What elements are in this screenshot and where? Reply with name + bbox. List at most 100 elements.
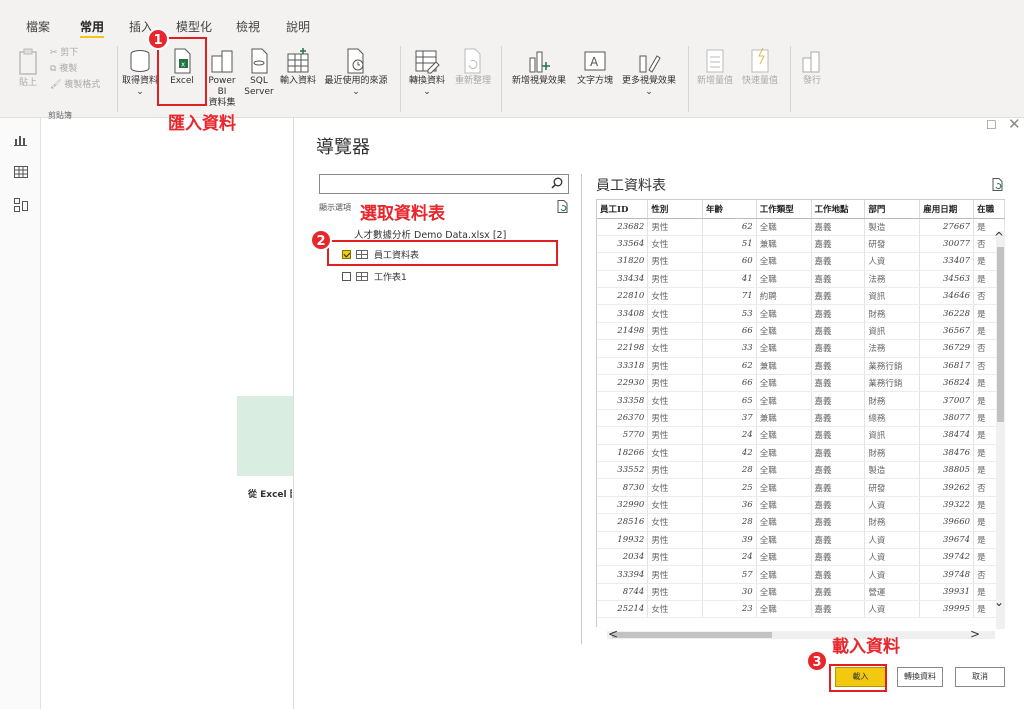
text-box-button[interactable]: A 文字方塊 [572,48,618,87]
table-cell: 男性 [647,252,704,271]
copy-button[interactable]: ⧉ 複製 [50,64,77,75]
refresh-icon [464,48,481,74]
more-visuals-button[interactable]: 更多視覺效果 ⌄ [617,48,681,98]
table-cell: 36729 [919,339,975,358]
paste-icon [19,48,37,75]
get-data-button[interactable]: 取得資料 ⌄ [122,48,158,98]
format-painter-button[interactable]: 🖌 複製格式 [50,80,100,91]
chevron-down-icon: ⌄ [645,87,653,97]
table-cell: 39322 [919,496,975,515]
tree-item-sheet1[interactable]: 工作表1 [342,270,407,283]
cancel-button[interactable]: 取消 [955,667,1005,687]
maximize-icon[interactable]: ☐ [986,118,997,132]
scroll-thumb[interactable] [612,632,772,638]
table-cell: 財務 [864,513,921,532]
refresh-preview-icon[interactable] [991,178,1004,191]
refresh-icon[interactable] [556,200,569,213]
publish-icon [802,51,820,73]
table-cell: 製造 [864,218,921,236]
import-excel-card[interactable] [237,396,293,476]
column-header[interactable]: 部門 [864,200,921,219]
text-box-icon: A [584,51,606,71]
powerbi-dataset-button[interactable]: Power BI 資料集 [203,48,241,109]
table-cell: 嘉義 [811,270,866,289]
table-cell: 34646 [919,287,975,306]
display-options-dropdown[interactable]: 顯示選項 [319,202,351,213]
scroll-down-icon[interactable]: ⌄ [994,595,1004,609]
refresh-button[interactable]: 重新整理 [450,48,496,87]
column-header[interactable]: 在職 [973,200,1005,219]
table-row: 33552 男性 28 全職 嘉義 製造 38805 是 [597,461,1005,480]
table-cell: 全職 [756,461,812,480]
tab-view[interactable]: 檢視 [236,18,260,35]
active-tab-indicator [80,36,104,38]
table-cell: 21498 [597,322,649,341]
svg-text:A: A [590,55,599,69]
column-header[interactable]: 性別 [647,200,704,219]
transform-data-button[interactable]: 轉換資料 ⌄ [404,48,450,98]
search-input[interactable] [319,174,569,194]
close-icon[interactable]: ✕ [1008,115,1021,133]
import-excel-card-label: 從 Excel 匯 [248,490,292,500]
table-cell: 女性 [647,513,704,532]
table-cell: 30 [702,583,757,602]
horizontal-scrollbar[interactable] [607,631,995,639]
table-cell: 男性 [647,357,704,376]
new-measure-button[interactable]: 新增量值 [693,48,737,87]
tab-home[interactable]: 常用 [80,18,104,35]
scroll-left-icon[interactable]: < [608,627,618,641]
annotation-label-3: 載入資料 [832,637,900,657]
column-header[interactable]: 雇用日期 [919,200,975,219]
report-view-icon[interactable] [14,134,28,149]
cut-button[interactable]: ✂ 剪下 [50,48,78,59]
enter-data-button[interactable]: 輸入資料 [276,48,320,87]
table-cell: 男性 [647,218,704,236]
table-cell: 26370 [597,409,649,428]
model-view-icon[interactable] [14,198,28,215]
search-icon [551,177,563,189]
recent-sources-button[interactable]: 最近使用的來源 ⌄ [320,48,392,98]
table-cell: 女性 [647,444,704,462]
new-visual-button[interactable]: 新增視覺效果 [508,48,570,87]
publish-button[interactable]: 發行 [796,48,828,87]
vertical-scrollbar[interactable] [996,231,1005,629]
table-row: 33564 女性 51 兼職 嘉義 研發 30077 否 [597,235,1005,254]
tab-modeling[interactable]: 模型化 [176,18,212,35]
tree-file-node[interactable]: 人才數據分析 Demo Data.xlsx [2] [354,227,506,241]
table-cell: 33394 [597,565,649,584]
table-cell: 嘉義 [811,409,866,428]
tab-file[interactable]: 檔案 [26,18,50,35]
scroll-up-icon[interactable]: ^ [994,230,1004,244]
table-row: 22198 女性 33 全職 嘉義 法務 36729 否 [597,339,1005,358]
table-cell: 33564 [597,235,649,254]
brush-icon: 🖌 [50,80,65,90]
annotation-label-2: 選取資料表 [360,204,445,224]
tab-help[interactable]: 說明 [286,18,310,35]
quick-measure-button[interactable]: 快速量值 [738,48,782,87]
column-header[interactable]: 年齡 [702,200,757,219]
table-cell: 18266 [597,444,649,462]
table-cell: 嘉義 [811,444,866,462]
paste-button[interactable]: 貼上 [14,48,42,89]
table-cell: 5770 [597,426,649,445]
table-cell: 39262 [919,478,975,497]
transform-data-button[interactable]: 轉換資料 [897,667,943,687]
column-header[interactable]: 工作類型 [756,200,812,219]
checkbox-unchecked[interactable] [342,272,351,281]
table-cell: 嘉義 [811,531,866,549]
table-cell: 嘉義 [811,600,866,619]
column-header[interactable]: 員工ID [597,200,649,219]
column-header[interactable]: 工作地點 [811,200,866,219]
table-cell: 嘉義 [811,426,866,445]
table-row: 25214 女性 23 全職 嘉義 人資 39995 是 [597,600,1005,619]
scroll-right-icon[interactable]: > [970,627,980,641]
table-cell: 33434 [597,270,649,289]
table-cell: 總務 [864,409,921,428]
sql-server-button[interactable]: SQL Server [244,48,274,98]
table-cell: 全職 [756,339,812,358]
scroll-thumb[interactable] [997,247,1004,422]
table-cell: 研發 [864,478,921,497]
data-view-icon[interactable] [14,166,28,181]
table-cell: 28 [702,461,757,480]
table-cell: 33407 [919,252,975,271]
